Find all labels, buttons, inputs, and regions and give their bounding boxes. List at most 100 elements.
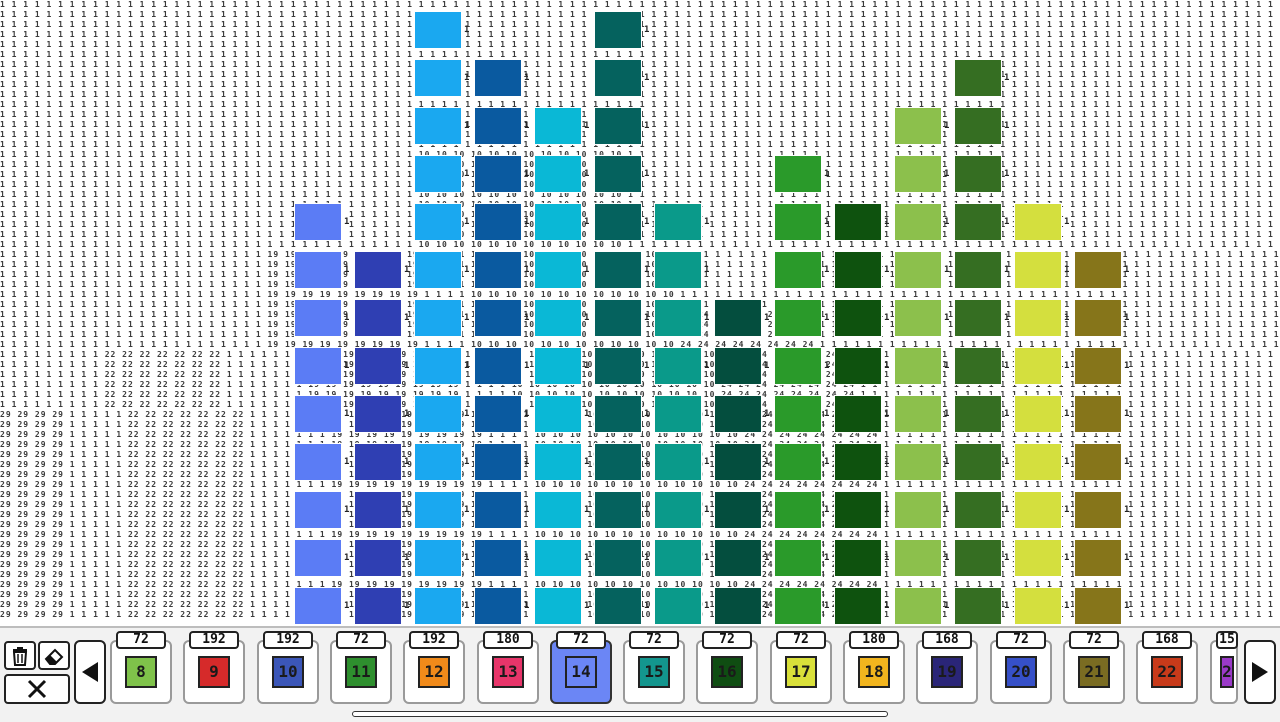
colored-cell[interactable] [954,539,1002,577]
colored-cell[interactable] [1014,587,1062,625]
colored-cell[interactable] [894,203,942,241]
colored-cell[interactable] [954,347,1002,385]
palette-color-19[interactable]: 19 [916,640,978,704]
colored-cell[interactable] [594,443,642,481]
colored-cell[interactable] [834,443,882,481]
colored-cell[interactable] [474,347,522,385]
colored-cell[interactable] [774,491,822,529]
colored-cell[interactable] [474,155,522,193]
colored-cell[interactable] [894,347,942,385]
colored-cell[interactable] [594,59,642,97]
colored-cell[interactable] [534,491,582,529]
colored-cell[interactable] [894,155,942,193]
palette-color-13[interactable]: 13 [477,640,539,704]
colored-cell[interactable] [654,299,702,337]
colored-cell[interactable] [1074,347,1122,385]
colored-cell[interactable] [294,539,342,577]
colored-cell[interactable] [774,587,822,625]
colored-cell[interactable] [954,395,1002,433]
colored-cell[interactable] [414,251,462,289]
colored-cell[interactable] [894,251,942,289]
colored-cell[interactable] [714,395,762,433]
colored-cell[interactable] [834,491,882,529]
palette-prev-button[interactable] [74,640,106,704]
colored-cell[interactable] [654,251,702,289]
colored-cell[interactable] [834,395,882,433]
colored-cell[interactable] [474,107,522,145]
colored-cell[interactable] [474,587,522,625]
colored-cell[interactable] [1014,347,1062,385]
colored-cell[interactable] [594,491,642,529]
colored-cell[interactable] [894,539,942,577]
colored-cell[interactable] [354,251,402,289]
colored-cell[interactable] [954,299,1002,337]
colored-cell[interactable] [714,539,762,577]
close-button[interactable] [4,674,70,704]
colored-cell[interactable] [594,539,642,577]
colored-cell[interactable] [654,347,702,385]
colored-cell[interactable] [414,347,462,385]
colored-cell[interactable] [414,11,462,49]
colored-cell[interactable] [594,251,642,289]
colored-cell[interactable] [474,395,522,433]
colored-cell[interactable] [294,299,342,337]
colored-cell[interactable] [654,395,702,433]
colored-cell[interactable] [354,539,402,577]
colored-cell[interactable] [414,587,462,625]
colored-cell[interactable] [954,155,1002,193]
colored-cell[interactable] [1074,539,1122,577]
colored-cell[interactable] [774,155,822,193]
colored-cell[interactable] [294,251,342,289]
palette-color-16[interactable]: 16 [696,640,758,704]
colored-cell[interactable] [594,11,642,49]
colored-cell[interactable] [594,587,642,625]
colored-cell[interactable] [414,203,462,241]
colored-cell[interactable] [654,203,702,241]
colored-cell[interactable] [654,443,702,481]
colored-cell[interactable] [414,491,462,529]
colored-cell[interactable] [894,107,942,145]
colored-cell[interactable] [534,587,582,625]
palette-color-18[interactable]: 18 [843,640,905,704]
colored-cell[interactable] [834,587,882,625]
colored-cell[interactable] [1014,491,1062,529]
palette-color-10[interactable]: 10 [257,640,319,704]
colored-cell[interactable] [774,251,822,289]
palette-color-17[interactable]: 17 [770,640,832,704]
colored-cell[interactable] [594,203,642,241]
colored-cell[interactable] [534,395,582,433]
colored-cell[interactable] [474,539,522,577]
colored-cell[interactable] [294,587,342,625]
colored-cell[interactable] [474,59,522,97]
colored-cell[interactable] [414,443,462,481]
colored-cell[interactable] [534,347,582,385]
colored-cell[interactable] [414,539,462,577]
colored-cell[interactable] [1074,395,1122,433]
colored-cell[interactable] [354,587,402,625]
colored-cell[interactable] [954,107,1002,145]
colored-cell[interactable] [1014,539,1062,577]
colored-cell[interactable] [714,299,762,337]
colored-cell[interactable] [474,299,522,337]
colored-cell[interactable] [594,155,642,193]
colored-cell[interactable] [1014,299,1062,337]
colored-cell[interactable] [954,251,1002,289]
colored-cell[interactable] [534,443,582,481]
colored-cell[interactable] [294,443,342,481]
colored-cell[interactable] [534,107,582,145]
colored-cell[interactable] [534,155,582,193]
colored-cell[interactable] [774,203,822,241]
colored-cell[interactable] [354,443,402,481]
colored-cell[interactable] [834,299,882,337]
colored-cell[interactable] [774,347,822,385]
colored-cell[interactable] [414,59,462,97]
palette-next-button[interactable] [1244,640,1276,704]
colored-cell[interactable] [1074,587,1122,625]
colored-cell[interactable] [414,299,462,337]
palette-color-15[interactable]: 15 [623,640,685,704]
palette-color-2[interactable]: 2 [1210,640,1238,704]
colored-cell[interactable] [714,347,762,385]
colored-cell[interactable] [294,203,342,241]
colored-cell[interactable] [834,539,882,577]
trash-button[interactable] [4,641,36,670]
